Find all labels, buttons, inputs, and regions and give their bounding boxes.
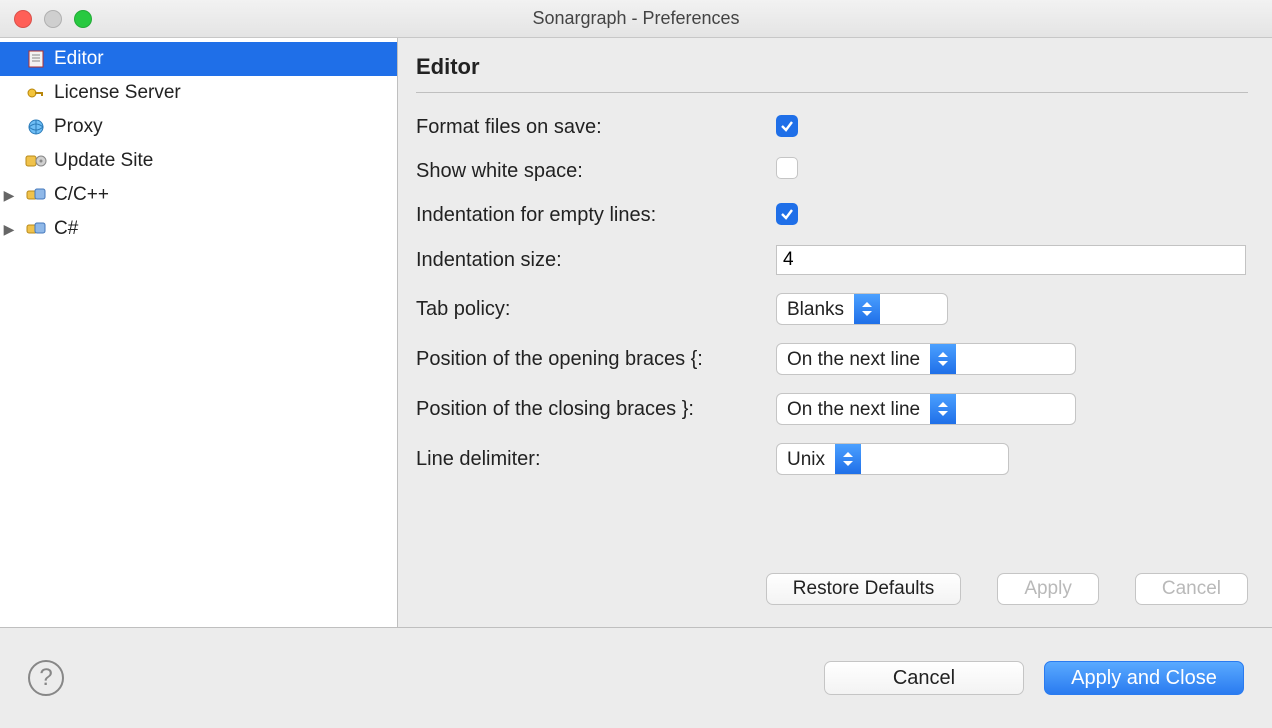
row-format-on-save: Format files on save: (416, 115, 1248, 139)
checkbox-format-on-save[interactable] (776, 115, 798, 137)
tree-item-license-server[interactable]: ▶ License Server (0, 76, 397, 110)
updown-icon (930, 344, 956, 374)
panel-title: Editor (416, 50, 1248, 93)
select-value: Unix (777, 444, 835, 474)
checkbox-show-whitespace[interactable] (776, 157, 798, 179)
row-line-delimiter: Line delimiter: Unix (416, 443, 1248, 475)
preferences-panel: Editor Format files on save: Show white … (398, 38, 1272, 627)
preferences-tree: ▶ Editor ▶ License Server (0, 38, 398, 627)
editor-icon (24, 49, 48, 69)
label-show-whitespace: Show white space: (416, 160, 776, 183)
row-tab-policy: Tab policy: Blanks (416, 293, 1248, 325)
panel-form: Format files on save: Show white space: … (416, 93, 1248, 475)
cancel-button[interactable]: Cancel (824, 661, 1024, 695)
input-indent-size[interactable] (776, 245, 1246, 275)
row-indent-empty: Indentation for empty lines: (416, 203, 1248, 227)
tree-item-label: C# (54, 218, 78, 240)
label-indent-size: Indentation size: (416, 249, 776, 272)
tree-item-label: C/C++ (54, 184, 109, 206)
tree-item-label: Proxy (54, 116, 103, 138)
label-format-on-save: Format files on save: (416, 116, 776, 139)
label-open-braces: Position of the opening braces {: (416, 348, 776, 371)
cancel-panel-button[interactable]: Cancel (1135, 573, 1248, 605)
select-value: Blanks (777, 294, 854, 324)
tree-item-label: License Server (54, 82, 181, 104)
dialog-footer: ? Cancel Apply and Close (0, 628, 1272, 728)
apply-button[interactable]: Apply (997, 573, 1099, 605)
tree-item-editor[interactable]: ▶ Editor (0, 42, 397, 76)
window-titlebar: Sonargraph - Preferences (0, 0, 1272, 38)
help-button[interactable]: ? (28, 660, 64, 696)
tree-item-proxy[interactable]: ▶ Proxy (0, 110, 397, 144)
label-tab-policy: Tab policy: (416, 298, 776, 321)
updown-icon (854, 294, 880, 324)
package-icon (24, 219, 48, 239)
updown-icon (835, 444, 861, 474)
select-value: On the next line (777, 344, 930, 374)
row-open-braces: Position of the opening braces {: On the… (416, 343, 1248, 375)
tree-item-c-cpp[interactable]: ▶ C/C++ (0, 178, 397, 212)
checkbox-indent-empty[interactable] (776, 203, 798, 225)
package-icon (24, 185, 48, 205)
expand-arrow-icon[interactable]: ▶ (0, 187, 18, 204)
panel-buttons: Restore Defaults Apply Cancel (416, 573, 1248, 615)
select-line-delimiter[interactable]: Unix (776, 443, 1009, 475)
apply-and-close-button[interactable]: Apply and Close (1044, 661, 1244, 695)
label-close-braces: Position of the closing braces }: (416, 398, 776, 421)
updown-icon (930, 394, 956, 424)
row-indent-size: Indentation size: (416, 245, 1248, 275)
update-gear-icon (24, 151, 48, 171)
license-key-icon (24, 83, 48, 103)
tree-item-label: Editor (54, 48, 104, 70)
expand-arrow-icon[interactable]: ▶ (0, 221, 18, 238)
select-open-braces[interactable]: On the next line (776, 343, 1076, 375)
label-indent-empty: Indentation for empty lines: (416, 204, 776, 227)
tree-item-csharp[interactable]: ▶ C# (0, 212, 397, 246)
row-show-whitespace: Show white space: (416, 157, 1248, 185)
select-value: On the next line (777, 394, 930, 424)
tree-item-update-site[interactable]: ▶ Update Site (0, 144, 397, 178)
globe-icon (24, 117, 48, 137)
select-tab-policy[interactable]: Blanks (776, 293, 948, 325)
restore-defaults-button[interactable]: Restore Defaults (766, 573, 962, 605)
question-icon: ? (39, 664, 52, 692)
row-close-braces: Position of the closing braces }: On the… (416, 393, 1248, 425)
select-close-braces[interactable]: On the next line (776, 393, 1076, 425)
window-title: Sonargraph - Preferences (0, 8, 1272, 29)
tree-item-label: Update Site (54, 150, 153, 172)
label-line-delimiter: Line delimiter: (416, 448, 776, 471)
